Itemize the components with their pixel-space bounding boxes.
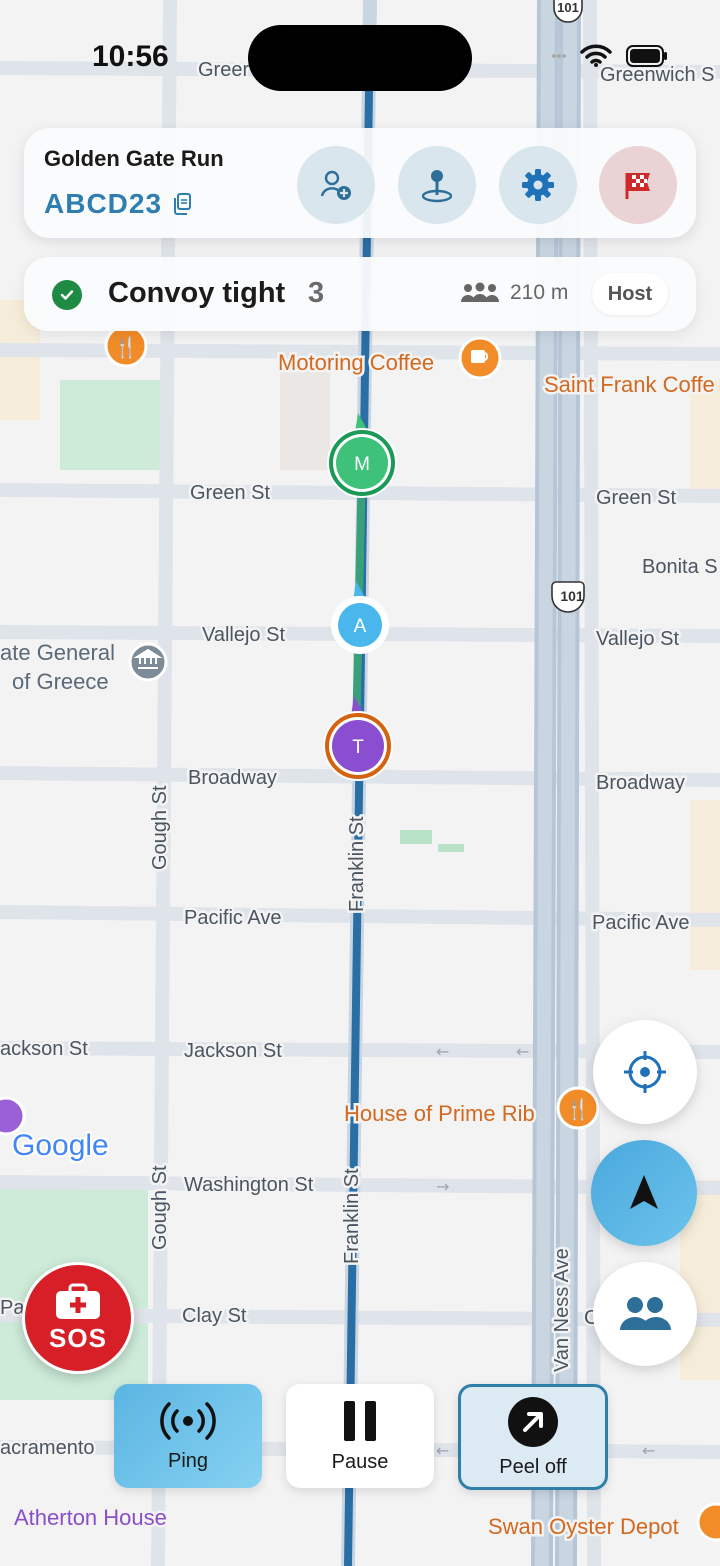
street-label: Jackson St <box>184 1040 282 1062</box>
follow-mode-button[interactable] <box>591 1140 697 1246</box>
street-label: ackson St <box>0 1038 88 1060</box>
poi-label: of Greece <box>12 669 109 694</box>
broadcast-icon <box>160 1401 216 1440</box>
ping-label: Ping <box>167 1449 209 1472</box>
poi-label: Motoring Coffee <box>278 350 434 375</box>
finish-trip-button[interactable] <box>599 146 677 224</box>
peel-off-arrow-icon <box>508 1396 558 1447</box>
ping-button[interactable]: Ping <box>114 1384 262 1488</box>
svg-text:🍴: 🍴 <box>566 1097 591 1121</box>
trip-code-row[interactable]: ABCD23 <box>44 188 192 220</box>
group-icon <box>461 282 499 302</box>
group-icon <box>620 1297 671 1330</box>
pause-label: Pause <box>331 1450 389 1473</box>
trip-code: ABCD23 <box>44 188 163 219</box>
battery-icon <box>626 45 667 67</box>
svg-text:←: ← <box>516 1042 529 1061</box>
street-label: Franklin St <box>346 816 368 912</box>
pause-icon <box>344 1400 376 1441</box>
recenter-button[interactable] <box>593 1020 697 1124</box>
crosshair-icon <box>624 1051 666 1093</box>
add-member-button[interactable] <box>297 146 375 224</box>
highway-shield-101: 101 <box>560 588 584 604</box>
dynamic-island <box>248 25 472 91</box>
street-label: Green St <box>190 482 270 504</box>
street-label: Gough St <box>149 1165 171 1250</box>
checkered-flag-icon <box>625 173 650 199</box>
svg-text:🍴: 🍴 <box>114 335 139 359</box>
add-person-icon <box>320 170 351 200</box>
street-label: Gough St <box>149 785 171 870</box>
street-label: acramento <box>0 1437 95 1459</box>
settings-button[interactable] <box>499 146 577 224</box>
poi-label: Atherton House <box>14 1505 167 1530</box>
street-label: Green St <box>596 487 676 509</box>
poi-label: Swan Oyster Depot <box>488 1514 679 1539</box>
street-label: Broadway <box>596 772 685 794</box>
poi-label: House of Prime Rib <box>344 1101 535 1126</box>
navigation-arrow-icon <box>630 1175 658 1209</box>
status-bar: 10:56 <box>0 0 720 100</box>
pause-button[interactable]: Pause <box>286 1384 434 1488</box>
convoy-status-label: Convoy tight <box>108 277 286 309</box>
status-icons <box>552 44 668 68</box>
peel-off-button[interactable]: Peel off <box>458 1384 608 1490</box>
convoy-member-initial: A <box>354 616 367 637</box>
convoy-spread-distance: 210 m <box>510 281 569 304</box>
wifi-icon <box>580 44 612 67</box>
street-label: Broadway <box>188 767 277 789</box>
svg-text:←: ← <box>436 1441 449 1460</box>
street-label: Franklin St <box>341 1168 363 1264</box>
street-label: Pacific Ave <box>184 907 281 929</box>
sos-label: SOS <box>49 1322 107 1353</box>
restaurant-icon <box>696 1502 720 1542</box>
convoy-member-initial: M <box>354 454 370 475</box>
street-label: Van Ness Ave <box>551 1248 573 1372</box>
cellular-icon <box>552 54 566 58</box>
convoy-spread: 210 m <box>460 281 568 305</box>
street-label: Washington St <box>184 1174 314 1196</box>
google-attribution: Google <box>12 1129 109 1162</box>
set-destination-button[interactable] <box>398 146 476 224</box>
peel-off-label: Peel off <box>499 1455 567 1478</box>
convoy-member-count: 3 <box>308 277 325 309</box>
map-pin-icon <box>421 170 453 203</box>
trip-header: Golden Gate Run ABCD23 <box>24 128 696 238</box>
copy-icon[interactable] <box>172 192 192 216</box>
street-label: Vallejo St <box>202 624 285 646</box>
trip-name: Golden Gate Run <box>44 146 224 171</box>
convoy-status-bar[interactable]: Convoy tight 3 210 m Host <box>24 257 696 331</box>
svg-text:←: ← <box>436 1042 449 1061</box>
poi-label: Saint Frank Coffe <box>544 372 715 397</box>
street-label: Clay St <box>182 1305 247 1327</box>
street-label: Pacific Ave <box>592 912 689 934</box>
convoy-member-initial: T <box>352 737 364 758</box>
clock: 10:56 <box>92 40 169 73</box>
street-label: Vallejo St <box>596 628 679 650</box>
street-label: Bonita S <box>642 556 718 578</box>
first-aid-kit-icon <box>56 1283 100 1319</box>
svg-text:→: → <box>436 1177 449 1196</box>
role-badge[interactable]: Host <box>592 273 668 315</box>
status-check-icon <box>52 280 82 310</box>
poi-label: ate General <box>0 640 115 665</box>
svg-text:←: ← <box>642 1441 655 1460</box>
gear-icon <box>522 169 554 201</box>
sos-button[interactable]: SOS <box>22 1262 134 1374</box>
members-button[interactable] <box>593 1262 697 1366</box>
